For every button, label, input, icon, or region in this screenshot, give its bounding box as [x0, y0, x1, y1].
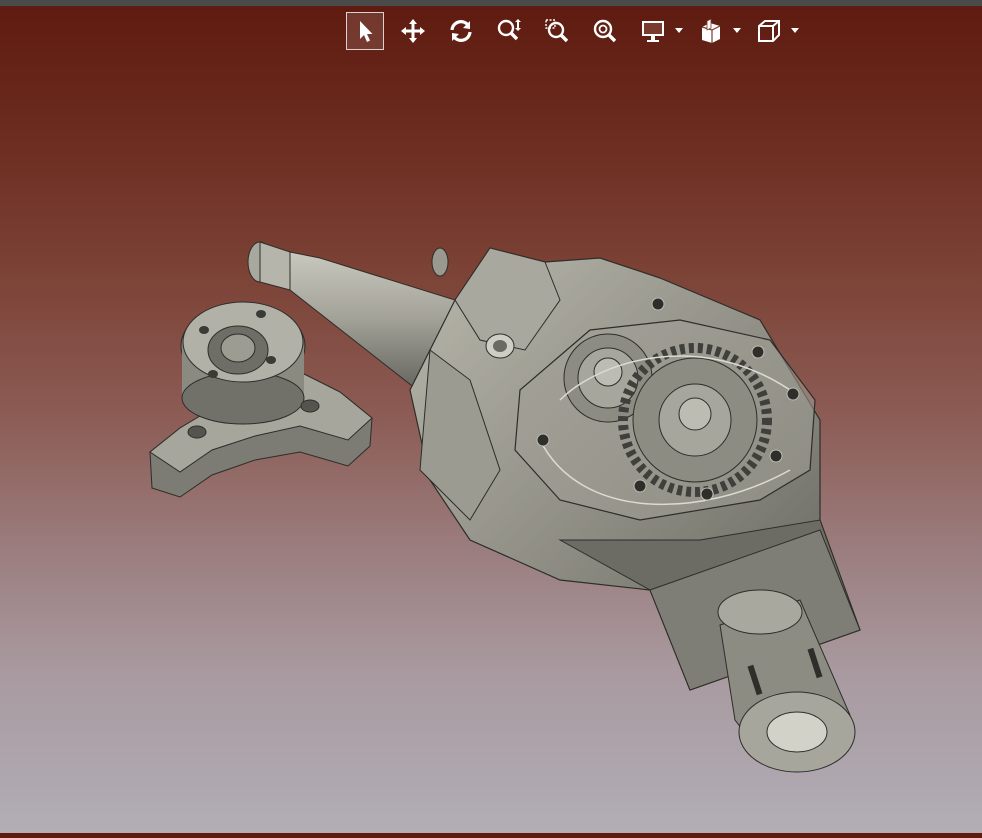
zoom-icon: [497, 19, 521, 41]
zoom-tool-button[interactable]: [490, 12, 528, 50]
display-mode-button[interactable]: [634, 12, 672, 50]
window-top-strip: [0, 0, 982, 6]
chevron-down-icon: [733, 28, 741, 33]
section-view-button[interactable]: [692, 12, 730, 50]
view-toolbar: [346, 11, 808, 51]
move-arrows-icon: [401, 19, 425, 43]
cad-model: [149, 241, 861, 773]
zoom-window-icon: [545, 19, 569, 43]
view-orientation-button[interactable]: [750, 12, 788, 50]
zoom-fit-icon: [593, 19, 617, 43]
monitor-icon: [642, 21, 664, 42]
zoom-fit-tool-button[interactable]: [586, 12, 624, 50]
rotate-tool-button[interactable]: [442, 12, 480, 50]
chevron-down-icon: [791, 28, 799, 33]
section-view-group: [692, 12, 744, 50]
flange-part: [149, 301, 373, 498]
cursor-icon: [360, 21, 373, 42]
chevron-down-icon: [675, 28, 683, 33]
view-orientation-group: [750, 12, 802, 50]
rotate-icon: [450, 20, 472, 42]
select-tool-button[interactable]: [346, 12, 384, 50]
section-cube-icon: [701, 18, 721, 43]
3d-viewport[interactable]: [0, 60, 982, 833]
cube-icon: [758, 20, 780, 42]
pan-tool-button[interactable]: [394, 12, 432, 50]
zoom-window-tool-button[interactable]: [538, 12, 576, 50]
display-mode-group: [634, 12, 686, 50]
section-view-dropdown[interactable]: [730, 12, 744, 50]
view-orientation-dropdown[interactable]: [788, 12, 802, 50]
display-mode-dropdown[interactable]: [672, 12, 686, 50]
